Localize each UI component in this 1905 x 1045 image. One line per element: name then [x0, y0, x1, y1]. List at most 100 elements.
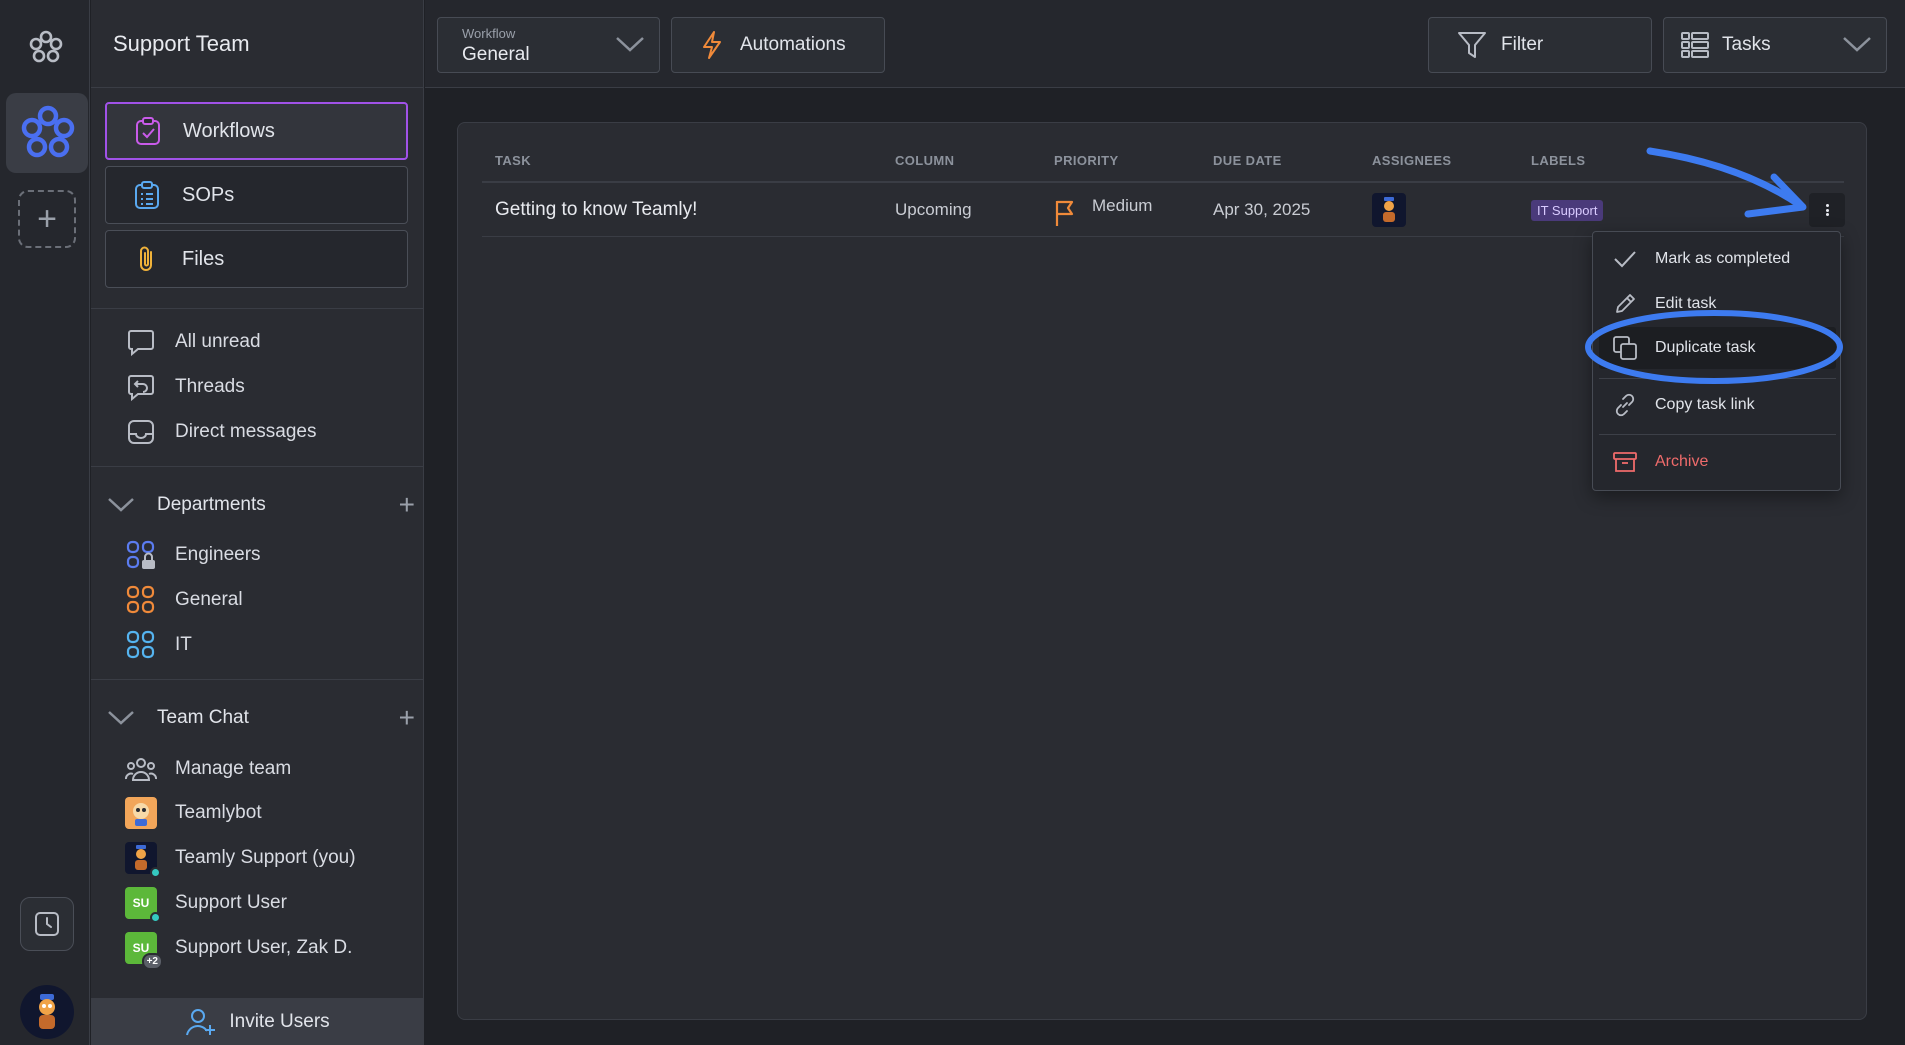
nav-label: SOPs: [182, 183, 235, 206]
sidebar-item-label: Support User: [175, 892, 287, 913]
sidebar-item-label: Manage team: [175, 758, 292, 779]
workflow-select-label: Workflow: [462, 26, 516, 41]
sidebar-item-label: Engineers: [175, 544, 261, 565]
menu-item-mark-completed[interactable]: Mark as completed: [1593, 238, 1842, 280]
sidebar-item-teamlybot[interactable]: Teamlybot: [125, 796, 262, 830]
menu-divider: [1599, 378, 1836, 379]
pencil-icon: [1611, 290, 1639, 318]
more-options-button[interactable]: [1809, 193, 1845, 227]
menu-item-copy-task-link[interactable]: Copy task link: [1593, 384, 1842, 426]
sidebar-item-threads[interactable]: Threads: [125, 370, 245, 404]
filter-icon: [1457, 30, 1487, 60]
inbox-icon: [125, 416, 157, 448]
robot-mascot-icon: [133, 803, 149, 826]
sidebar-item-it[interactable]: IT: [125, 628, 192, 662]
avatar-initials: SU: [132, 896, 150, 910]
column-header-task[interactable]: TASK: [495, 153, 531, 168]
flag-icon: [1054, 198, 1080, 228]
check-icon: [1611, 245, 1639, 273]
teamlybot-avatar-wrap: [125, 797, 157, 829]
add-user-icon: [185, 1007, 217, 1037]
chevron-down-icon[interactable]: [105, 489, 137, 521]
sidebar: Support Team Workflows SOPs Files All un…: [91, 0, 424, 1045]
task-name[interactable]: Getting to know Teamly!: [495, 183, 697, 237]
support-team-workspace-icon[interactable]: [18, 103, 78, 163]
grid-lock-icon: [125, 539, 157, 571]
label-pill[interactable]: IT Support: [1531, 199, 1604, 221]
lightning-icon: [700, 30, 724, 60]
nav-files[interactable]: Files: [105, 230, 408, 288]
sidebar-item-general[interactable]: General: [125, 583, 243, 617]
bot-avatar: [125, 797, 157, 829]
sidebar-item-teamly-support[interactable]: Teamly Support (you): [125, 841, 356, 878]
sidebar-item-label: Support User, Zak D.: [175, 937, 353, 958]
sidebar-item-label: Threads: [175, 376, 245, 397]
column-header-column[interactable]: COLUMN: [895, 153, 954, 168]
section-title: Departments: [157, 494, 266, 515]
priority-label: Medium: [1092, 196, 1153, 215]
column-header-assignees[interactable]: ASSIGNEES: [1372, 153, 1451, 168]
column-header-priority[interactable]: PRIORITY: [1054, 153, 1119, 168]
user-initials-avatar: SU: [125, 887, 161, 923]
menu-item-archive[interactable]: Archive: [1593, 441, 1842, 483]
departments-section-header: Departments +: [105, 488, 415, 522]
sidebar-item-manage-team[interactable]: Manage team: [125, 752, 291, 786]
filter-label: Filter: [1501, 34, 1544, 55]
teamly-logo-icon[interactable]: [26, 28, 66, 68]
chevron-down-icon[interactable]: [105, 702, 137, 734]
task-priority[interactable]: Medium: [1054, 183, 1152, 237]
view-select[interactable]: Tasks: [1663, 17, 1887, 73]
clock-icon: [35, 912, 59, 936]
nav-workflows[interactable]: Workflows: [105, 102, 408, 160]
teamly-support-avatar-wrap: [125, 842, 161, 878]
sidebar-item-group-chat[interactable]: SU +2 Support User, Zak D.: [125, 931, 353, 970]
workspace-rail: +: [0, 0, 90, 1045]
divider: [91, 679, 424, 680]
group-avatar-wrap: SU +2: [125, 932, 163, 970]
column-header-labels[interactable]: LABELS: [1531, 153, 1585, 168]
nav-label: Files: [182, 247, 225, 270]
task-due-date: Apr 30, 2025: [1213, 200, 1311, 219]
sidebar-item-support-user[interactable]: SU Support User: [125, 886, 287, 923]
grid-icon: [125, 584, 157, 616]
divider: [91, 308, 424, 309]
chevron-down-icon: [615, 32, 645, 62]
workflow-select-value: General: [462, 44, 530, 65]
filter-button[interactable]: Filter: [1428, 17, 1652, 73]
support-user-avatar-wrap: SU: [125, 887, 161, 923]
nav-sops[interactable]: SOPs: [105, 166, 408, 224]
automations-button[interactable]: Automations: [671, 17, 885, 73]
user-profile-avatar[interactable]: [20, 985, 74, 1039]
add-department-button[interactable]: +: [399, 489, 415, 521]
sidebar-item-direct-messages[interactable]: Direct messages: [125, 415, 317, 449]
online-status-dot: [150, 867, 161, 878]
task-assignees[interactable]: [1372, 183, 1406, 237]
invite-users-button[interactable]: Invite Users: [91, 998, 424, 1045]
sidebar-item-engineers[interactable]: Engineers: [125, 538, 261, 572]
workflow-select[interactable]: Workflow General: [437, 17, 660, 73]
chevron-down-icon: [1842, 32, 1872, 62]
sidebar-item-all-unread[interactable]: All unread: [125, 325, 261, 359]
menu-item-edit-task[interactable]: Edit task: [1593, 283, 1842, 325]
sidebar-item-label: Teamlybot: [175, 802, 262, 823]
sidebar-item-label: IT: [175, 634, 192, 655]
user-avatar: [125, 842, 161, 878]
top-toolbar: Workflow General Automations Filter Task…: [425, 0, 1905, 88]
menu-item-label: Archive: [1655, 453, 1709, 470]
grid-icon: [125, 629, 157, 661]
add-chat-button[interactable]: +: [399, 702, 415, 734]
extra-members-badge: +2: [141, 953, 163, 970]
assignee-avatar[interactable]: [1372, 193, 1406, 227]
task-context-menu: Mark as completed Edit task Duplicate ta…: [1592, 231, 1841, 491]
menu-item-duplicate-task[interactable]: Duplicate task: [1599, 327, 1836, 369]
list-view-icon: [1680, 30, 1710, 60]
table-row[interactable]: Getting to know Teamly! Upcoming Medium …: [482, 183, 1845, 237]
kebab-icon: [1825, 203, 1829, 218]
history-button[interactable]: [20, 897, 74, 951]
column-header-due-date[interactable]: DUE DATE: [1213, 153, 1282, 168]
robot-mascot-icon: [39, 994, 55, 1029]
thread-icon: [125, 371, 157, 403]
link-icon: [1611, 391, 1639, 419]
team-chat-section-header: Team Chat +: [105, 701, 415, 735]
add-workspace-button[interactable]: +: [18, 190, 76, 248]
